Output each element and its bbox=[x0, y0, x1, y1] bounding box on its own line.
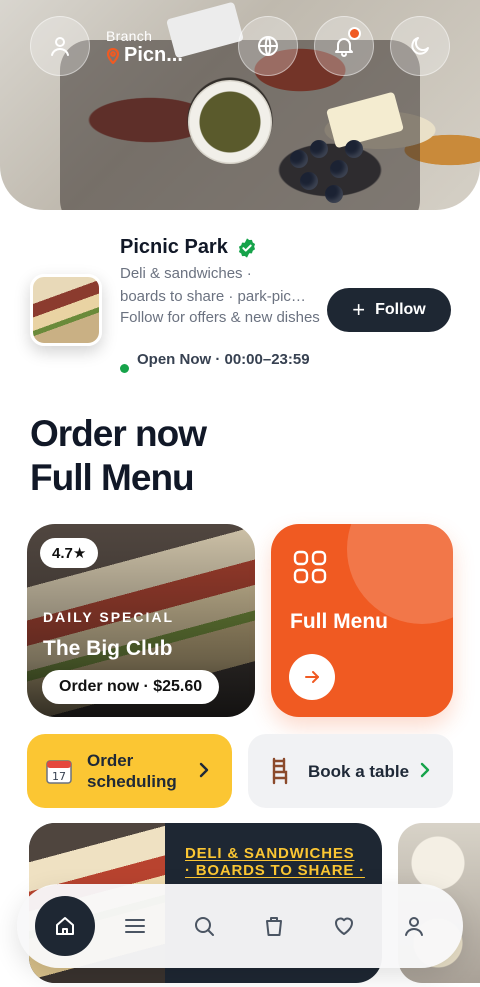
arrow-right-icon bbox=[305, 671, 319, 683]
home-icon bbox=[56, 917, 74, 935]
order-now-button[interactable]: Order now · $25.60 bbox=[42, 670, 220, 704]
language-button[interactable] bbox=[238, 16, 298, 76]
store-name: Picnic Park bbox=[120, 236, 228, 258]
search-icon bbox=[195, 917, 214, 936]
grid-icon bbox=[293, 550, 327, 584]
heart-icon bbox=[335, 917, 353, 935]
open-menu-button[interactable] bbox=[289, 654, 335, 700]
user-icon bbox=[51, 37, 69, 56]
bottom-navigation bbox=[17, 884, 463, 968]
store-logo bbox=[30, 274, 102, 346]
svg-text:17: 17 bbox=[52, 770, 66, 783]
special-name: The Big Club bbox=[43, 637, 173, 660]
grape-image bbox=[300, 172, 318, 190]
open-status-text: Open Now · 00:00–23:59 bbox=[137, 351, 310, 368]
olive-bowl-image bbox=[188, 80, 272, 164]
bag-icon bbox=[266, 917, 282, 936]
notification-badge bbox=[348, 27, 361, 40]
calendar-icon: 17 bbox=[43, 755, 75, 787]
branch-label: Branch bbox=[106, 28, 153, 44]
nav-profile[interactable] bbox=[386, 898, 442, 954]
branch-selector[interactable]: Branch Picn... bbox=[106, 28, 183, 67]
page-headline: Order now Full Menu bbox=[30, 412, 207, 500]
grape-image bbox=[310, 140, 328, 158]
order-scheduling-label: Order scheduling bbox=[87, 751, 177, 791]
globe-icon bbox=[258, 36, 278, 56]
profile-icon bbox=[405, 917, 423, 936]
book-table-label: Book a table bbox=[308, 761, 410, 781]
moon-icon bbox=[411, 37, 429, 55]
nav-search[interactable] bbox=[176, 898, 232, 954]
store-desc-line: Follow for offers & new dishes bbox=[120, 309, 320, 326]
grape-image bbox=[325, 185, 343, 203]
branch-value: Picn... bbox=[124, 44, 183, 66]
order-scheduling-button[interactable]: 17 Order scheduling bbox=[27, 734, 232, 808]
nav-bag[interactable] bbox=[246, 898, 302, 954]
chair-icon bbox=[264, 755, 296, 787]
chevron-right-icon bbox=[199, 762, 209, 778]
open-status-dot bbox=[120, 364, 129, 373]
menu-icon bbox=[125, 919, 145, 933]
daily-special-card[interactable]: 4.7★ DAILY SPECIAL The Big Club Order no… bbox=[27, 524, 255, 717]
promo-text: DELI & SANDWICHES · BOARDS TO SHARE · bbox=[185, 845, 365, 879]
grape-image bbox=[290, 150, 308, 168]
full-menu-card[interactable]: Full Menu bbox=[271, 524, 453, 717]
store-desc-line: boards to share · park-picnic bbox=[120, 288, 310, 305]
special-label: DAILY SPECIAL bbox=[43, 609, 175, 625]
headline-line: Full Menu bbox=[30, 457, 195, 498]
location-pin-icon bbox=[106, 47, 120, 64]
verified-badge-icon bbox=[238, 237, 255, 258]
grape-image bbox=[345, 140, 363, 158]
open-status: Open Now · 00:00–23:59 bbox=[120, 350, 310, 373]
grape-image bbox=[330, 160, 348, 178]
decorative-circle bbox=[347, 524, 453, 624]
store-name-row: Picnic Park bbox=[120, 236, 258, 259]
rating-badge: 4.7★ bbox=[40, 538, 99, 568]
nav-menu[interactable] bbox=[107, 898, 163, 954]
headline-line: Order now bbox=[30, 413, 207, 454]
chevron-right-icon bbox=[420, 762, 430, 778]
plus-icon: + bbox=[352, 297, 366, 322]
nav-home[interactable] bbox=[35, 896, 95, 956]
nav-favorites[interactable] bbox=[316, 898, 372, 954]
follow-label: Follow bbox=[375, 301, 426, 318]
store-description: Deli & sandwiches · boards to share · pa… bbox=[120, 262, 320, 328]
notifications-button[interactable] bbox=[314, 16, 374, 76]
store-desc-line: Deli & sandwiches · bbox=[120, 265, 252, 282]
follow-button[interactable]: + Follow bbox=[327, 288, 451, 332]
profile-button[interactable] bbox=[30, 16, 90, 76]
book-table-button[interactable]: Book a table bbox=[248, 734, 453, 808]
full-menu-title: Full Menu bbox=[290, 610, 388, 633]
dark-mode-button[interactable] bbox=[390, 16, 450, 76]
